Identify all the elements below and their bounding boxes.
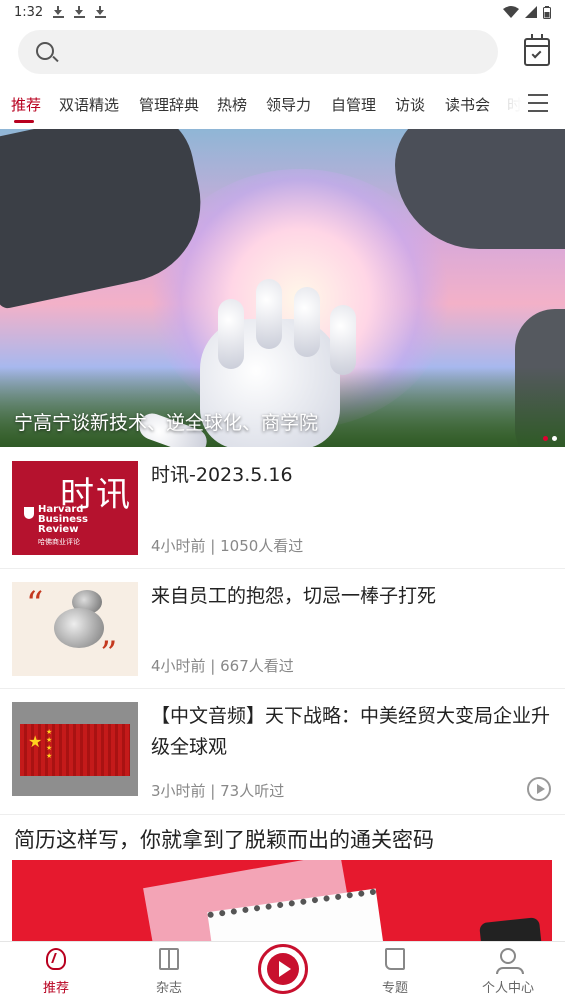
download-icon	[95, 6, 107, 18]
article-item-audio[interactable]: ★ ★ ★ ★ ★ 【中文音频】天下战略：中美经贸大变局企业升级全球观 3小时前 | …	[0, 689, 565, 815]
signal-icon	[525, 6, 537, 18]
tab-self-management[interactable]: 自管理	[331, 94, 376, 115]
status-time: 1:32	[14, 4, 44, 20]
audio-player-button[interactable]	[258, 944, 308, 994]
robot-finger	[218, 299, 244, 369]
tab-recommend[interactable]: 推荐	[11, 94, 41, 115]
robot-finger	[330, 305, 356, 375]
nav-label: 杂志	[155, 981, 182, 996]
close-quote-mark: ”	[100, 634, 118, 674]
mouth-illustration	[54, 608, 104, 648]
article-thumbnail-hbr: 时讯 Harvard Business Review 哈佛商业评论	[12, 461, 138, 555]
download-icon	[53, 6, 65, 18]
menu-icon[interactable]	[528, 94, 548, 112]
flag-star-icon: ★	[28, 732, 43, 751]
hbr-logo-text: Harvard Business Review	[38, 504, 88, 535]
download-icon	[74, 6, 86, 18]
carousel-dot	[552, 436, 557, 441]
article-meta: 4小时前 | 1050人看过	[151, 537, 304, 555]
open-quote-mark: “	[26, 584, 44, 624]
nav-topics[interactable]: 专题	[350, 942, 440, 1005]
carousel-dots	[543, 436, 557, 441]
download-icons	[53, 6, 107, 18]
user-icon	[496, 948, 524, 974]
book-icon	[159, 948, 179, 970]
harvard-shield-icon	[24, 507, 34, 519]
search-bar[interactable]	[18, 30, 498, 74]
nav-label: 专题	[381, 981, 408, 996]
tab-book-club[interactable]: 读书会	[445, 94, 490, 115]
article-thumbnail-container: ★ ★ ★ ★ ★	[12, 702, 138, 796]
article-meta: 3小时前 | 73人听过	[151, 782, 285, 800]
tab-management-dictionary[interactable]: 管理辞典	[139, 94, 199, 115]
nav-label: 推荐	[42, 981, 69, 996]
article-thumbnail-quote: “ ”	[12, 582, 138, 676]
tab-leadership[interactable]: 领导力	[266, 94, 311, 115]
nav-profile[interactable]: 个人中心	[463, 942, 553, 1005]
article-title: 来自员工的抱怨，切忌一棒子打死	[151, 585, 437, 607]
article-title: 【中文音频】天下战略：中美经贸大变局企业升级全球观	[151, 705, 551, 758]
document-icon	[385, 948, 405, 970]
play-icon	[267, 953, 299, 985]
carousel-dot-active	[543, 436, 548, 441]
tab-bilingual[interactable]: 双语精选	[59, 94, 119, 115]
tabs-fade	[492, 86, 522, 124]
status-bar: 1:32	[0, 0, 565, 24]
hero-banner[interactable]: 宁高宁谈新技术、逆全球化、商学院	[0, 129, 565, 447]
lightbulb-icon	[46, 948, 66, 970]
search-icon	[36, 42, 54, 60]
flag-small-stars-icon: ★ ★ ★ ★	[46, 728, 53, 760]
featured-image[interactable]	[12, 860, 552, 950]
nav-magazine[interactable]: 杂志	[124, 942, 214, 1005]
article-title: 时讯-2023.5.16	[151, 464, 293, 486]
featured-title[interactable]: 简历这样写，你就拿到了脱颖而出的通关密码	[14, 824, 434, 854]
status-icons	[503, 5, 551, 19]
nav-label: 个人中心	[481, 981, 534, 996]
search-input[interactable]	[66, 38, 486, 66]
robot-finger	[294, 287, 320, 357]
category-tabs: 推荐 双语精选 管理辞典 热榜 领导力 自管理 访谈 读书会 时	[0, 86, 565, 124]
active-tab-indicator	[14, 120, 34, 123]
wifi-icon	[503, 6, 519, 18]
tab-hot-list[interactable]: 热榜	[217, 94, 247, 115]
article-item[interactable]: “ ” 来自员工的抱怨，切忌一棒子打死 4小时前 | 667人看过	[0, 569, 565, 689]
play-audio-icon[interactable]	[527, 777, 551, 801]
banner-caption: 宁高宁谈新技术、逆全球化、商学院	[14, 412, 319, 434]
article-meta: 4小时前 | 667人看过	[151, 657, 294, 675]
hbr-subtitle: 哈佛商业评论	[38, 538, 80, 546]
tab-interviews[interactable]: 访谈	[395, 94, 425, 115]
nav-recommend[interactable]: 推荐	[11, 942, 101, 1005]
calendar-check-icon[interactable]	[524, 34, 550, 66]
article-item[interactable]: 时讯 Harvard Business Review 哈佛商业评论 时讯-202…	[0, 448, 565, 569]
robot-finger	[256, 279, 282, 349]
battery-icon	[543, 5, 551, 19]
